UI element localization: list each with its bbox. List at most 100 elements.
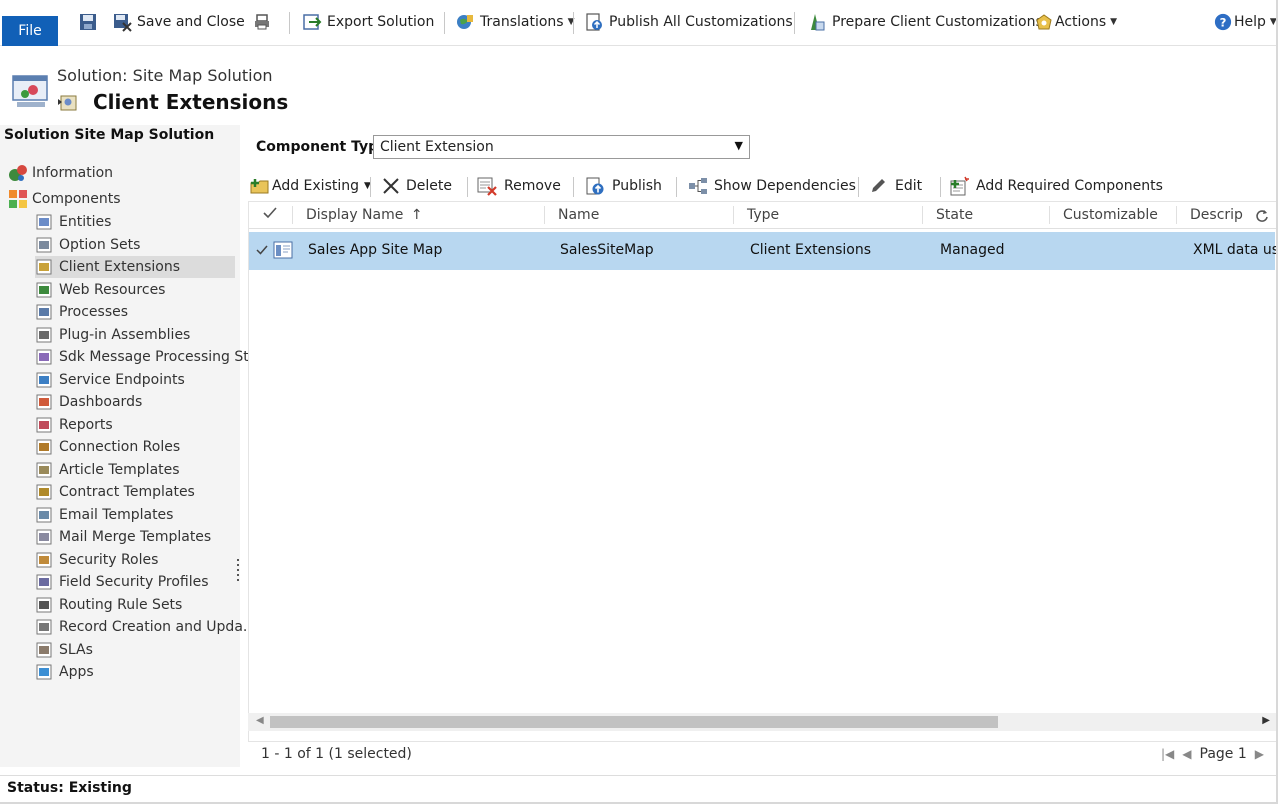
sdk-icon bbox=[36, 349, 52, 365]
apps-icon bbox=[36, 664, 52, 680]
scrollbar-thumb[interactable] bbox=[270, 716, 998, 728]
processes-icon bbox=[36, 304, 52, 320]
pencil-icon bbox=[872, 179, 885, 192]
publish-icon bbox=[586, 177, 604, 195]
help-icon: ? bbox=[1214, 13, 1232, 31]
checkmark-icon bbox=[263, 207, 277, 219]
component-type-select[interactable]: Client Extension ▼ bbox=[373, 135, 750, 159]
scroll-left-icon[interactable]: ◀ bbox=[256, 715, 264, 726]
sidebar-item[interactable]: Record Creation and Upda... bbox=[35, 616, 256, 638]
prepare-label: Prepare Client Customizations bbox=[832, 14, 1043, 30]
show-dependencies-button[interactable]: Show Dependencies bbox=[688, 175, 856, 197]
routing-icon bbox=[36, 597, 52, 612]
add-required-components-button[interactable]: Add Required Components bbox=[950, 175, 1163, 197]
entities-icon bbox=[36, 214, 52, 230]
report-icon bbox=[36, 417, 52, 432]
save-button[interactable] bbox=[78, 10, 103, 34]
nav-label-information: Information bbox=[32, 165, 114, 181]
column-separator bbox=[1176, 206, 1177, 224]
sidebar-item-label: Client Extensions bbox=[59, 259, 181, 275]
security-roles-icon bbox=[36, 552, 52, 567]
column-header-customizable[interactable]: Customizable bbox=[1063, 207, 1158, 223]
delete-label: Delete bbox=[406, 178, 452, 194]
sidebar-item[interactable]: SLAs bbox=[35, 639, 93, 661]
sidebar-item-label: SLAs bbox=[59, 641, 93, 658]
publish-all-customizations-button[interactable]: Publish All Customizations bbox=[584, 10, 793, 34]
column-header-type[interactable]: Type bbox=[747, 207, 779, 223]
grid-header: Display Name ↑ Name Type State Customiza… bbox=[249, 202, 1277, 229]
first-page-icon[interactable]: |◀ bbox=[1161, 747, 1174, 761]
horizontal-scrollbar[interactable]: ◀ ▶ bbox=[248, 713, 1276, 731]
sidebar-item[interactable]: Security Roles bbox=[35, 549, 158, 571]
save-and-close-button[interactable]: Save and Close bbox=[112, 10, 245, 34]
sidebar-item[interactable]: Dashboards bbox=[35, 391, 142, 413]
client-extensions-icon bbox=[36, 259, 52, 275]
cell-display-name[interactable]: Sales App Site Map bbox=[308, 242, 442, 258]
sidebar-item[interactable]: Article Templates bbox=[35, 459, 180, 481]
select-all-checkbox[interactable] bbox=[262, 205, 278, 225]
refresh-icon[interactable] bbox=[1255, 209, 1269, 227]
help-button[interactable]: ? Help ▼ bbox=[1214, 10, 1277, 34]
actions-button[interactable]: Actions ▼ bbox=[1034, 10, 1117, 34]
sidebar-item[interactable]: Apps bbox=[35, 661, 94, 683]
edit-button[interactable]: Edit bbox=[868, 175, 922, 197]
sidebar-item[interactable]: Contract Templates bbox=[35, 481, 195, 503]
sidebar-item[interactable]: Reports bbox=[35, 414, 113, 436]
plugin-icon bbox=[36, 327, 52, 342]
delete-button[interactable]: Delete bbox=[381, 175, 452, 197]
sidebar-item[interactable]: Email Templates bbox=[35, 504, 173, 526]
information-icon bbox=[9, 165, 27, 181]
add-required-icon bbox=[950, 176, 969, 196]
globe-icon bbox=[36, 372, 52, 387]
next-page-icon[interactable]: ▶ bbox=[1255, 747, 1264, 761]
scroll-right-icon[interactable]: ▶ bbox=[1262, 715, 1270, 726]
ribbon-separator bbox=[794, 12, 795, 34]
actions-icon bbox=[1036, 14, 1052, 30]
sidebar-item[interactable]: Mail Merge Templates bbox=[35, 526, 211, 548]
sidebar-item[interactable]: Client Extensions bbox=[35, 256, 235, 278]
sidebar-item[interactable]: Sdk Message Processing St... bbox=[35, 346, 262, 368]
sidebar-item[interactable]: Web Resources bbox=[35, 279, 165, 301]
column-separator bbox=[733, 206, 734, 224]
sidebar-item[interactable]: Service Endpoints bbox=[35, 369, 185, 391]
previous-page-icon[interactable]: ◀ bbox=[1182, 747, 1191, 761]
option-sets-icon bbox=[36, 237, 52, 252]
sidebar-item[interactable]: Connection Roles bbox=[35, 436, 180, 458]
sidebar-item[interactable]: Routing Rule Sets bbox=[35, 594, 182, 616]
sidebar-item[interactable]: Field Security Profiles bbox=[35, 571, 209, 593]
sidebar-item-label: Option Sets bbox=[59, 236, 141, 253]
grid-toolbar: Add Existing ▼ Delete Remove Publish Sho… bbox=[248, 173, 1278, 199]
sla-icon bbox=[36, 642, 52, 657]
column-separator bbox=[922, 206, 923, 224]
splitter-handle[interactable] bbox=[236, 559, 240, 583]
contract-template-icon bbox=[36, 484, 52, 500]
remove-label: Remove bbox=[504, 178, 561, 194]
nav-item-information[interactable]: Information bbox=[8, 162, 113, 184]
column-header-display-name[interactable]: Display Name ↑ bbox=[306, 207, 423, 223]
mail-merge-icon bbox=[36, 529, 52, 545]
file-button[interactable]: File bbox=[2, 16, 58, 46]
main-content: Component Type Client Extension ▼ Add Ex… bbox=[248, 125, 1278, 767]
translations-button[interactable]: Translations ▼ bbox=[455, 10, 575, 34]
publish-button[interactable]: Publish bbox=[585, 175, 662, 197]
column-header-description[interactable]: Descrip bbox=[1190, 207, 1243, 223]
remove-button[interactable]: Remove bbox=[477, 175, 561, 197]
column-header-state[interactable]: State bbox=[936, 207, 973, 223]
sidebar-item-label: Record Creation and Upda... bbox=[59, 619, 257, 635]
prepare-client-customizations-button[interactable]: Prepare Client Customizations bbox=[807, 10, 1043, 34]
add-existing-button[interactable]: Add Existing ▼ bbox=[250, 175, 371, 197]
print-button[interactable] bbox=[252, 10, 277, 34]
sidebar-item[interactable]: Plug-in Assemblies bbox=[35, 324, 190, 346]
chevron-down-icon: ▼ bbox=[1110, 17, 1118, 27]
nav-item-components[interactable]: Components bbox=[8, 188, 121, 210]
sidebar-item[interactable]: Processes bbox=[35, 301, 128, 323]
export-solution-button[interactable]: Export Solution bbox=[302, 10, 434, 34]
toolbar-separator bbox=[940, 177, 941, 197]
column-header-name[interactable]: Name bbox=[558, 207, 599, 223]
help-label: Help bbox=[1234, 14, 1266, 30]
row-checkmark-icon[interactable] bbox=[255, 243, 269, 261]
sidebar-item[interactable]: Entities bbox=[35, 211, 111, 233]
table-row[interactable]: Sales App Site Map SalesSiteMap Client E… bbox=[249, 232, 1278, 270]
sidebar-item-label: Connection Roles bbox=[59, 439, 181, 455]
sidebar-item[interactable]: Option Sets bbox=[35, 234, 140, 256]
